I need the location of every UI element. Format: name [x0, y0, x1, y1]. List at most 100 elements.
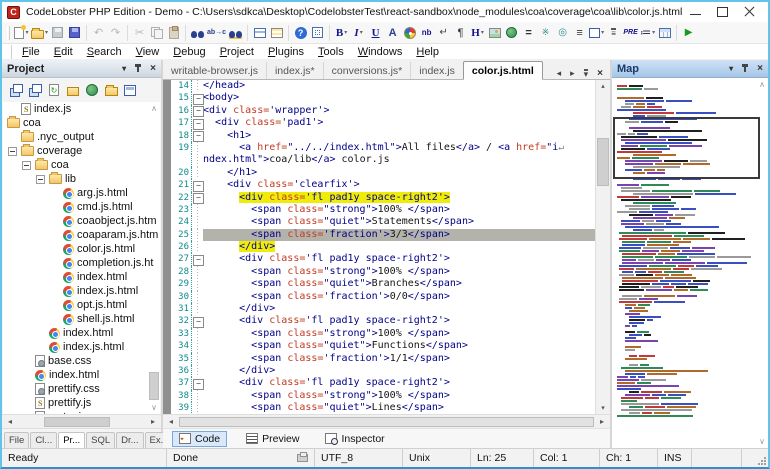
div-block-icon[interactable]: ▾ [588, 24, 605, 42]
tree-item-sorter.js[interactable]: sorter.js [3, 410, 160, 414]
panel-tab-SQL[interactable]: SQL [86, 432, 115, 448]
hyperlink-icon[interactable] [503, 24, 520, 42]
font-icon[interactable]: A [384, 24, 401, 42]
project-settings-icon[interactable] [123, 83, 137, 97]
map-scroll-down-icon[interactable]: ∨ [759, 437, 765, 446]
fold-margin[interactable] [192, 192, 203, 204]
menu-help[interactable]: Help [409, 46, 446, 58]
cut-icon[interactable]: ✂ [131, 24, 148, 42]
align-text-icon[interactable]: ≡ [571, 24, 588, 42]
editor-tab-conversionsjs[interactable]: conversions.js* [323, 62, 411, 79]
tree-item-arg.js.html[interactable]: arg.js.html [3, 186, 160, 200]
paragraph-icon[interactable]: ¶ [452, 24, 469, 42]
tree-scroll-down-icon[interactable]: ∨ [151, 403, 157, 412]
line-break-icon[interactable]: ↵ [435, 24, 452, 42]
fold-margin[interactable] [192, 377, 203, 389]
italic-icon[interactable]: I▾ [350, 24, 367, 42]
text-block-icon[interactable]: ≡ [605, 24, 622, 42]
dropdown-arrow-icon[interactable]: ▾ [25, 29, 28, 36]
prev-tab-icon[interactable]: ◂ [557, 68, 562, 79]
dropdown-arrow-icon[interactable]: ▾ [652, 29, 655, 36]
anchor-target-icon[interactable]: ◎ [554, 24, 571, 42]
menu-windows[interactable]: Windows [351, 46, 410, 58]
fold-margin[interactable] [192, 117, 203, 129]
insert-image-icon[interactable] [486, 24, 503, 42]
map-scroll-up-icon[interactable]: ∧ [759, 80, 765, 89]
tree-item-cmd.js.html[interactable]: cmd.js.html [3, 200, 160, 214]
color-palette-icon[interactable] [401, 24, 418, 42]
tree-item-shell.js.html[interactable]: shell.js.html [3, 312, 160, 326]
tree-item-index.js.html[interactable]: index.js.html [3, 284, 160, 298]
tree-scroll-up-icon[interactable]: ∧ [151, 104, 157, 113]
copy-structure-icon[interactable] [28, 83, 42, 97]
close-button[interactable] [744, 7, 755, 17]
tree-item-prettify.js[interactable]: prettify.js [3, 396, 160, 410]
editor-horizontal-scrollbar[interactable]: ◂ ▸ [163, 414, 610, 428]
refresh-icon[interactable]: ↻ [47, 83, 61, 97]
tree-item-index.html[interactable]: index.html [3, 326, 160, 340]
scroll-down-icon[interactable]: ▾ [596, 404, 610, 412]
fold-margin[interactable] [192, 315, 203, 327]
dropdown-arrow-icon[interactable]: ▾ [360, 29, 363, 36]
sync-view-icon[interactable] [9, 83, 23, 97]
minimap-viewport[interactable] [613, 117, 760, 179]
panel-menu-icon[interactable]: ▾ [729, 64, 733, 73]
pre-block-icon[interactable]: PRE [622, 24, 639, 42]
scroll-up-icon[interactable]: ▴ [596, 82, 610, 90]
publish-icon[interactable] [85, 83, 99, 97]
menu-plugins[interactable]: Plugins [261, 46, 311, 58]
view-tab-code[interactable]: Code [172, 431, 227, 447]
scroll-left-icon[interactable]: ◂ [165, 417, 177, 426]
scrollbar-thumb[interactable] [179, 417, 594, 427]
panel-menu-icon[interactable]: ▾ [122, 64, 126, 73]
replace-icon[interactable]: ab→c [206, 24, 227, 42]
redo-icon[interactable]: ↷ [107, 24, 124, 42]
fold-margin[interactable] [192, 253, 203, 265]
tree-item-lib[interactable]: lib [3, 172, 160, 186]
pin-icon[interactable] [741, 64, 749, 74]
tree-item-coverage[interactable]: coverage [3, 144, 160, 158]
bold-icon[interactable]: B▾ [333, 24, 350, 42]
menu-debug[interactable]: Debug [166, 46, 212, 58]
tree-item-completion.js.ht[interactable]: completion.js.ht [3, 256, 160, 270]
help-icon[interactable]: ? [292, 24, 309, 42]
menu-tools[interactable]: Tools [311, 46, 351, 58]
code-editor[interactable]: 14</head>15<body>16<div class='wrapper'>… [163, 80, 595, 414]
dropdown-arrow-icon[interactable]: ▾ [45, 29, 48, 36]
editor-vertical-scrollbar[interactable]: ▴ ▾ [595, 80, 610, 414]
panel-close-icon[interactable]: × [757, 64, 763, 74]
panel-close-icon[interactable]: × [150, 64, 156, 74]
collapse-icon[interactable] [36, 175, 45, 184]
collapse-icon[interactable] [22, 161, 31, 170]
next-tab-icon[interactable]: ▸ [570, 68, 575, 79]
panel-tab-Pr[interactable]: Pr... [58, 432, 85, 448]
tree-item-index.html[interactable]: index.html [3, 270, 160, 284]
panel-tab-Dr[interactable]: Dr... [116, 432, 143, 448]
scroll-right-icon[interactable]: ▸ [147, 417, 159, 426]
project-properties-icon[interactable] [66, 83, 80, 97]
save-all-icon[interactable] [66, 24, 83, 42]
save-icon[interactable] [49, 24, 66, 42]
editor-tab-indexjs[interactable]: index.js* [266, 62, 323, 79]
heading-icon[interactable]: H▾ [469, 24, 486, 42]
scrollbar-thumb[interactable] [597, 138, 609, 186]
copy-icon[interactable] [148, 24, 165, 42]
tree-item-index.js[interactable]: index.js [3, 102, 160, 116]
menu-project[interactable]: Project [213, 46, 261, 58]
tree-item-coa[interactable]: coa [3, 158, 160, 172]
editor-tab-colorjshtml[interactable]: color.js.html [463, 61, 543, 80]
tree-item-color.js.html[interactable]: color.js.html [3, 242, 160, 256]
fold-margin[interactable] [192, 105, 203, 117]
menu-edit[interactable]: Edit [47, 46, 80, 58]
fold-margin[interactable] [192, 179, 203, 191]
dropdown-arrow-icon[interactable]: ▾ [481, 29, 484, 36]
dropdown-arrow-icon[interactable]: ▾ [344, 29, 347, 36]
fold-margin[interactable] [192, 92, 203, 104]
scroll-left-icon[interactable]: ◂ [4, 417, 16, 426]
panel-tab-Cl[interactable]: Cl... [30, 432, 57, 448]
tree-item-coa[interactable]: coa [3, 116, 160, 130]
tree-item-opt.js.html[interactable]: opt.js.html [3, 298, 160, 312]
window-layout-icon[interactable] [251, 24, 268, 42]
insert-table-icon[interactable] [656, 24, 673, 42]
undo-icon[interactable]: ↶ [90, 24, 107, 42]
